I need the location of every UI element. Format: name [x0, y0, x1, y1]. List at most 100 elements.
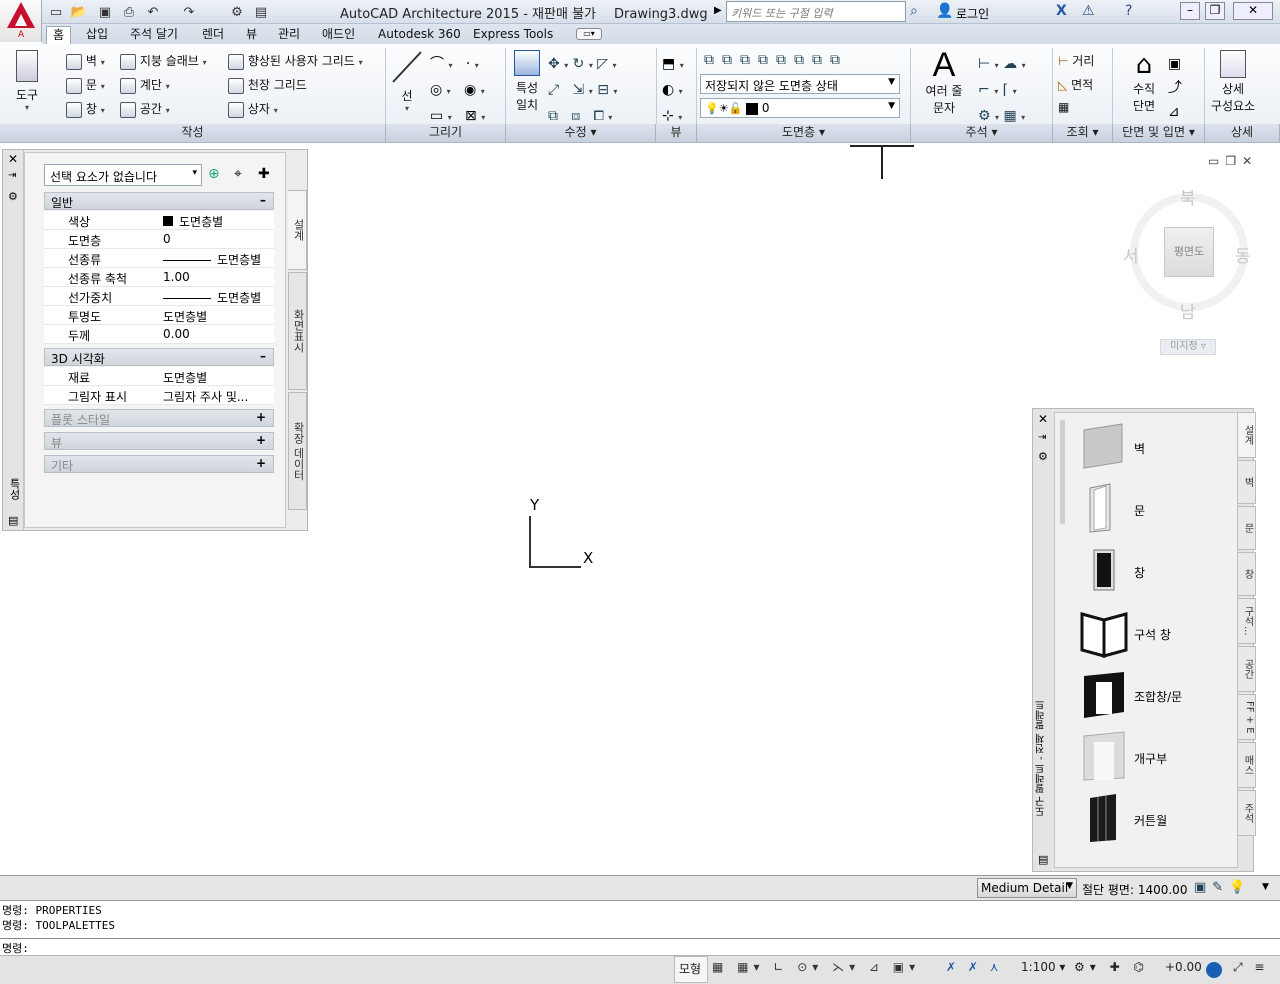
compass-south[interactable]: 남 — [1180, 298, 1196, 323]
workspace-icons[interactable]: ⚙▾ ✚ ⌬ — [1074, 960, 1149, 974]
detail-components-button[interactable]: 상세 구성요소 — [1208, 50, 1258, 122]
help-icon[interactable]: ? — [1125, 3, 1132, 19]
palette-settings-icon[interactable]: ⚙ — [1038, 450, 1048, 463]
palette-tab-walls[interactable]: 벽 — [1237, 460, 1256, 504]
undo-icon[interactable]: ↶ — [144, 3, 162, 21]
elevation-offset[interactable]: +0.00 — [1165, 960, 1202, 974]
minimize-button[interactable]: – — [1180, 2, 1200, 20]
tool-door-window-assembly[interactable]: 조합창/문 — [1080, 668, 1220, 724]
palette-tab-ffe[interactable]: FF + E — [1237, 694, 1256, 740]
match-properties-button[interactable]: 특성 일치 — [510, 50, 544, 120]
calculator-button[interactable]: ▦ — [1058, 100, 1069, 114]
tab-view[interactable]: 뷰 — [240, 26, 263, 44]
annotation-scale[interactable]: 1:100 ▾ — [1021, 960, 1065, 974]
panel-annotation[interactable]: 주석 ▾ — [911, 124, 1053, 142]
tool-wall[interactable]: 벽 — [1080, 420, 1220, 476]
wcs-menu[interactable]: 미지정 ▿ — [1160, 339, 1216, 355]
selection-combo[interactable]: 선택 요소가 없습니다 ▾ — [44, 164, 202, 186]
tool-door[interactable]: 문 — [1080, 482, 1220, 538]
area-button[interactable]: ◺ 면적 — [1058, 76, 1093, 93]
panel-layers[interactable]: 도면층 ▾ — [697, 124, 911, 142]
stair-button[interactable]: 계단 ▾ — [120, 76, 170, 94]
close-button[interactable]: ✕ — [1233, 2, 1273, 20]
mtext-button[interactable]: A 여러 줄 문자 — [920, 48, 968, 122]
line-button[interactable]: 선 ▾ — [390, 50, 424, 120]
annotation-visibility-icons[interactable]: ✗ ✗ ⋏ — [946, 960, 1003, 974]
search-input[interactable]: 키워드 또는 구절 입력 — [726, 1, 906, 22]
display-configuration-combo[interactable]: Medium Detail ▼ — [977, 878, 1077, 898]
tab-express-tools[interactable]: Express Tools — [467, 26, 559, 44]
palette-tab-annotation[interactable]: 주석 — [1237, 790, 1256, 836]
section-view[interactable]: 뷰 + — [44, 432, 274, 450]
door-button[interactable]: 문 ▾ — [66, 76, 105, 94]
auto-hide-icon[interactable]: ⇥ — [8, 170, 16, 181]
print-icon[interactable]: ⎙ — [120, 3, 138, 21]
quick-select-icon[interactable]: ⊕ — [208, 166, 220, 182]
drawing-status-icons[interactable]: ▣✎💡 — [1194, 880, 1251, 895]
compass-east[interactable]: 동 — [1235, 242, 1251, 267]
binoculars-icon[interactable]: ⌕ — [910, 3, 918, 19]
palette-tab-design[interactable]: 설계 — [1237, 412, 1256, 458]
tab-addins[interactable]: 애드인 — [316, 26, 361, 44]
panel-modify[interactable]: 수정 ▾ — [506, 124, 656, 142]
status-menu-icon[interactable]: ▼ — [1262, 882, 1269, 892]
circle-icon[interactable]: ◎ ▾ ◉ ▾ — [430, 78, 485, 104]
tab-insert[interactable]: 삽입 — [80, 26, 114, 44]
login-button[interactable]: 로그인 — [956, 5, 989, 22]
status-toggle-icons[interactable]: ▦ ▦▾ ∟ ⊙▾ ⋋▾ ⊿ ▣▾ — [712, 960, 920, 974]
distance-button[interactable]: ⊢ 거리 — [1058, 52, 1094, 69]
user-icon[interactable]: 👤 — [936, 3, 953, 19]
draw-tools[interactable]: ⌒ ▾ · ▾ ◎ ▾ ◉ ▾ ▭ ▾ ⊠ ▾ — [430, 52, 485, 130]
a360-icon[interactable]: ⚠ — [1082, 3, 1095, 19]
viewcube-face[interactable]: 평면도 — [1164, 227, 1214, 277]
new-file-icon[interactable]: ▭ — [47, 3, 65, 21]
prop-row[interactable]: 재료 도면층별 — [44, 367, 274, 386]
workspace-icon[interactable]: ⚙ — [228, 3, 246, 21]
layer-combo[interactable]: 💡☀🔓 0 ▼ — [700, 98, 900, 118]
auto-hide-icon[interactable]: ⇥ — [1038, 432, 1046, 443]
tab-annotate[interactable]: 주석 달기 — [124, 26, 184, 44]
panel-details[interactable]: 상세 — [1205, 124, 1280, 142]
isolate-objects-icon[interactable] — [1206, 962, 1222, 978]
wall-button[interactable]: 벽 ▾ — [66, 52, 105, 70]
palette-tab-mass[interactable]: 매스 — [1237, 742, 1256, 788]
panel-build[interactable]: 작성 — [0, 124, 386, 142]
application-menu-button[interactable]: A — [0, 0, 42, 42]
prop-row[interactable]: 투명도 도면층별 — [44, 306, 274, 325]
tab-manage[interactable]: 관리 — [272, 26, 306, 44]
tool-button[interactable]: 도구 ▾ — [10, 50, 44, 120]
tab-design[interactable]: 설계 — [288, 190, 307, 270]
annotation-tools[interactable]: ⊢ ▾ ☁ ▾ ⌐ ▾ ⌈ ▾ ⚙ ▾ ▦ ▾ — [978, 52, 1026, 130]
modify-tools[interactable]: ✥ ▾ ↻ ▾ ◸ ▾ ⤢ ⇲ ▾ ⊟ ▾ ⧉ ⧈ ⧠ ▾ — [548, 52, 617, 130]
prop-row[interactable]: 색상 도면층별 — [44, 211, 274, 230]
tool-opening[interactable]: 개구부 — [1080, 730, 1220, 786]
tool-window[interactable]: 창 — [1080, 544, 1220, 600]
window-button[interactable]: 창 ▾ — [66, 100, 105, 118]
panel-view[interactable]: 뷰 — [656, 124, 697, 142]
command-input[interactable]: 명령: — [0, 938, 1280, 955]
model-space-button[interactable]: 모형 — [679, 960, 701, 977]
properties-palette-titlebar[interactable] — [3, 150, 24, 530]
prop-row[interactable]: 선종류 도면층별 — [44, 249, 274, 268]
tool-corner-window[interactable]: 구석 창 — [1080, 606, 1220, 662]
toggle-pickadd-icon[interactable]: ✚ — [258, 166, 270, 182]
prop-row[interactable]: 선종류 축척 1.00 — [44, 268, 274, 287]
tab-autodesk360[interactable]: Autodesk 360 — [372, 26, 467, 44]
section-plot-style[interactable]: 플롯 스타일 + — [44, 409, 274, 427]
layer-state-combo[interactable]: 저장되지 않은 도면층 상태 ▼ — [700, 74, 900, 94]
close-icon[interactable]: ✕ — [8, 152, 18, 166]
section-tools[interactable]: ▣ ⤴ ⊿ — [1168, 52, 1182, 124]
viewport-controls[interactable]: ▭❐✕ — [1208, 154, 1258, 168]
palette-tab-doors[interactable]: 문 — [1237, 506, 1256, 550]
compass-north[interactable]: 북 — [1180, 184, 1196, 209]
select-objects-icon[interactable]: ⌖ — [234, 166, 242, 182]
tab-render[interactable]: 렌더 — [196, 26, 230, 44]
panel-draw[interactable]: 그리기 — [386, 124, 506, 142]
tool-curtain-wall[interactable]: 커튼월 — [1080, 792, 1220, 848]
polyline-icon[interactable]: ⌒ ▾ · ▾ — [430, 52, 485, 78]
vertical-section-button[interactable]: ⌂ 수직 단면 — [1124, 50, 1164, 122]
close-icon[interactable]: ✕ — [1038, 412, 1048, 426]
palette-menu-icon[interactable]: ▤ — [1038, 853, 1048, 866]
space-button[interactable]: 공간 ▾ — [120, 100, 170, 118]
open-icon[interactable]: 📂 — [70, 3, 88, 21]
